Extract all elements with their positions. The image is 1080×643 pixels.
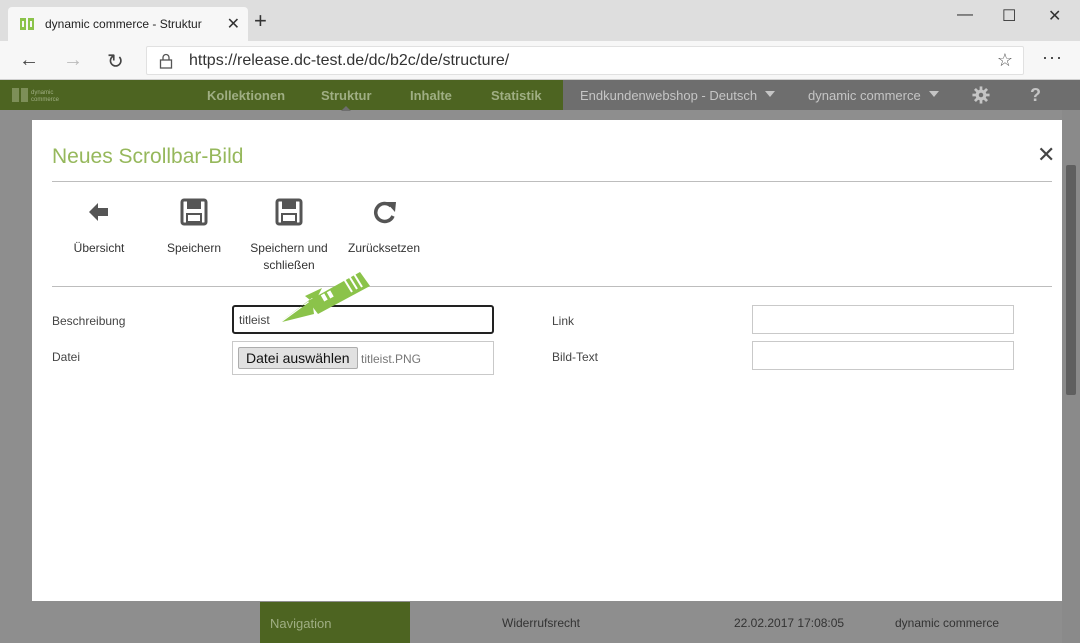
tab-close-icon[interactable]: ✕: [227, 14, 240, 34]
overview-button[interactable]: Übersicht: [49, 198, 149, 257]
table-cell-page: Widerrufsrecht: [502, 616, 581, 630]
scrollbar-thumb[interactable]: [1066, 165, 1076, 395]
nav-tab-inhalte[interactable]: Inhalte: [410, 88, 452, 103]
browser-tab[interactable]: dynamic commerce - Struktur ✕: [8, 7, 248, 41]
svg-text:commerce: commerce: [31, 97, 60, 103]
nav-tab-statistik[interactable]: Statistik: [491, 88, 542, 103]
dialog-close-icon[interactable]: ✕: [1037, 144, 1055, 166]
annotation-arrow-icon: [280, 272, 370, 322]
tab-title: dynamic commerce - Struktur: [45, 17, 202, 31]
help-icon[interactable]: ?: [1030, 85, 1041, 106]
svg-text:dynamic: dynamic: [31, 90, 53, 96]
tenant-select-label: dynamic commerce: [808, 88, 921, 103]
minimize-icon[interactable]: —: [957, 6, 973, 24]
url-text: https://release.dc-test.de/dc/b2c/de/str…: [189, 52, 510, 69]
floppy-disk-icon: [180, 198, 208, 226]
address-bar: ← → ↻ https://release.dc-test.de/dc/b2c/…: [0, 41, 1080, 80]
page-scrollbar[interactable]: [1062, 110, 1080, 643]
dc-favicon-icon: [20, 18, 34, 30]
gear-icon[interactable]: [972, 86, 990, 104]
selected-file-name: titleist.PNG: [361, 352, 422, 366]
table-cell-author: dynamic commerce: [895, 616, 1000, 630]
background-table-row: Navigation Widerrufsrecht 22.02.2017 17:…: [0, 602, 1080, 643]
shop-select-label: Endkundenwebshop - Deutsch: [580, 88, 758, 103]
window-close-icon[interactable]: ✕: [1048, 6, 1061, 26]
table-cell-date: 22.02.2017 17:08:05: [734, 616, 845, 630]
url-input[interactable]: https://release.dc-test.de/dc/b2c/de/str…: [146, 46, 1024, 75]
save-and-close-label: Speichern und schließen: [250, 241, 328, 272]
reset-button[interactable]: Zurücksetzen: [334, 198, 434, 257]
chevron-down-icon: [765, 91, 776, 102]
save-and-close-button[interactable]: Speichern und schließen: [239, 198, 339, 274]
back-icon[interactable]: ←: [19, 49, 39, 72]
tenant-select[interactable]: dynamic commerce: [808, 88, 939, 103]
save-button[interactable]: Speichern: [144, 198, 244, 257]
toolbar-divider: [52, 286, 1052, 287]
image-text-label: Bild-Text: [552, 350, 599, 364]
maximize-icon[interactable]: ☐: [1002, 6, 1016, 26]
shop-select[interactable]: Endkundenwebshop - Deutsch: [580, 88, 776, 103]
dialog-title: Neues Scrollbar-Bild: [52, 145, 244, 168]
nav-tab-struktur[interactable]: Struktur: [321, 88, 372, 111]
sidebar-item-label: Navigation: [270, 616, 332, 631]
favorite-star-icon[interactable]: ☆: [997, 50, 1013, 71]
title-divider: [52, 181, 1052, 182]
new-tab-icon[interactable]: +: [254, 10, 267, 32]
reload-icon[interactable]: ↻: [107, 49, 124, 74]
dynamic-commerce-logo: dynamic commerce: [12, 88, 60, 103]
redo-icon: [374, 201, 396, 224]
file-label: Datei: [52, 350, 81, 364]
sidebar-item-navigation[interactable]: Navigation: [260, 602, 410, 643]
forward-icon[interactable]: →: [63, 49, 83, 72]
file-upload-field: Datei auswählen titleist.PNG: [232, 341, 494, 375]
lock-icon: [159, 53, 173, 69]
image-text-input[interactable]: [752, 341, 1014, 370]
overview-label: Übersicht: [73, 241, 125, 255]
link-label: Link: [552, 314, 575, 328]
reset-label: Zurücksetzen: [347, 241, 421, 255]
description-label: Beschreibung: [52, 314, 126, 328]
save-label: Speichern: [166, 241, 222, 255]
new-scrollbar-image-dialog: Neues Scrollbar-Bild ✕ Übersicht Speiche…: [32, 120, 1062, 601]
more-options-icon[interactable]: ···: [1042, 47, 1063, 68]
app-navigation: dynamic commerce Kollektionen Struktur I…: [0, 80, 1080, 111]
browser-tab-strip: dynamic commerce - Struktur ✕ + — ☐ ✕: [0, 0, 1080, 41]
link-input[interactable]: [752, 305, 1014, 334]
floppy-disk-icon: [275, 198, 303, 226]
chevron-down-icon: [928, 91, 939, 102]
arrow-left-icon: [89, 203, 108, 221]
choose-file-button[interactable]: Datei auswählen: [238, 347, 358, 369]
nav-tab-kollektionen[interactable]: Kollektionen: [207, 88, 285, 103]
